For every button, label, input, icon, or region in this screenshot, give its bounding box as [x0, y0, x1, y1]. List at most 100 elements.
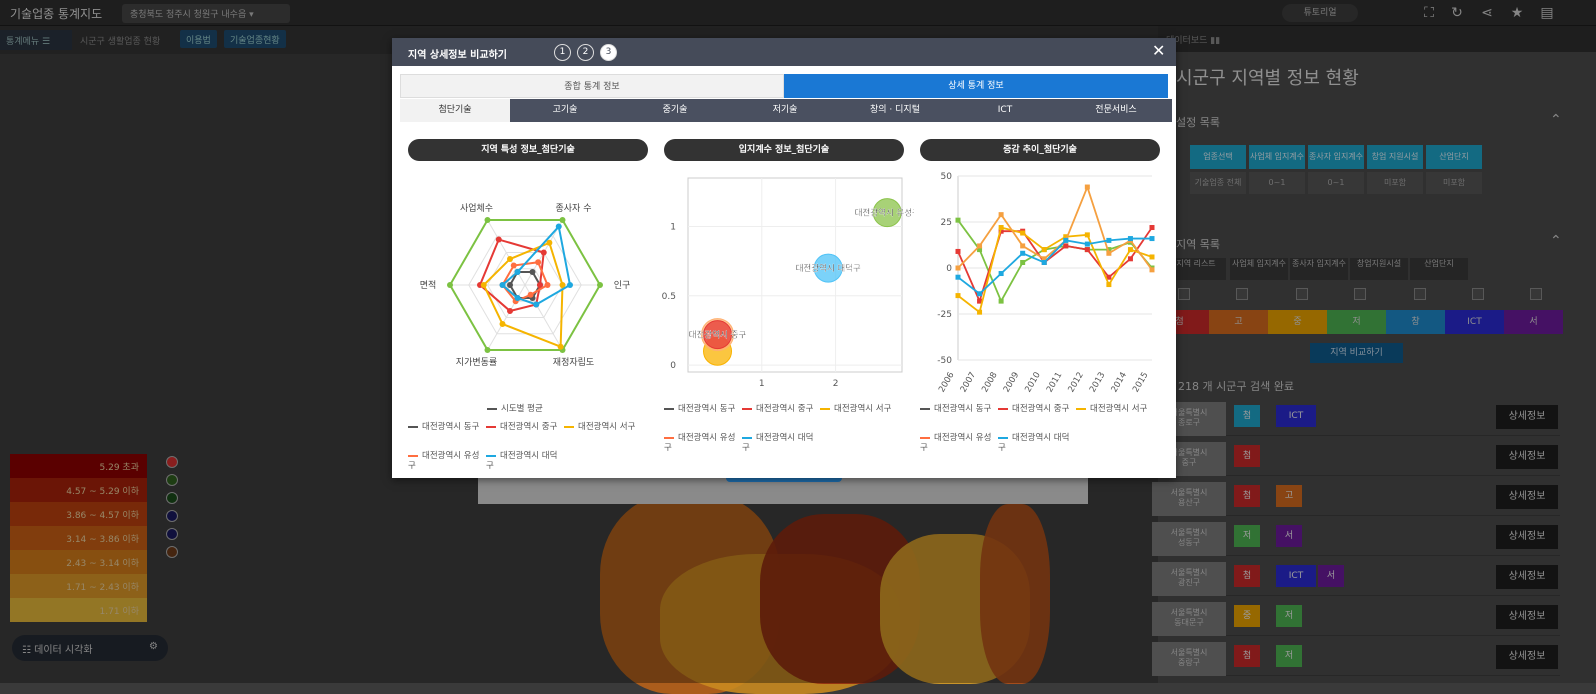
- scatter-chart: 1 2 0 0.5 1 대전광역시 중구 대전광역시 유성구대전광역시 대덕구: [662, 177, 914, 389]
- legend-label: 대전광역시 서구: [578, 422, 636, 432]
- legend-label: 대전광역시 동구: [422, 422, 480, 432]
- legend-swatch: [664, 407, 674, 410]
- legend-label: 시도별 평균: [501, 404, 543, 414]
- radar-point: [555, 223, 562, 230]
- radar-point: [447, 282, 453, 288]
- line-point: [955, 217, 961, 223]
- legend-label: 대전광역시 대덕구: [486, 451, 558, 471]
- step-2[interactable]: 2: [577, 44, 594, 61]
- legend-swatch: [920, 407, 930, 410]
- radar-chart: 종사자 수인구재정자립도 지가변동률 면적 사업체수: [420, 203, 631, 368]
- legend-item: 대전광역시 중구: [742, 404, 818, 414]
- tab-summary-stats[interactable]: 종합 통계 정보: [400, 74, 784, 98]
- line-x-tick: 2011: [1045, 371, 1064, 395]
- legend-label: 대전광역시 서구: [834, 404, 892, 414]
- legend-label: 대전광역시 중구: [500, 422, 558, 432]
- legend-swatch: [742, 407, 752, 410]
- line-point: [1020, 259, 1026, 265]
- line-point: [1127, 256, 1133, 262]
- line-point: [1063, 237, 1069, 243]
- legend-label: 대전광역시 서구: [1090, 404, 1148, 414]
- legend-label: 대전광역시 동구: [678, 404, 736, 414]
- line-point: [1149, 225, 1155, 231]
- radar-point: [484, 217, 491, 224]
- line-point: [1149, 236, 1155, 242]
- subtab-2[interactable]: 고기술: [510, 99, 620, 122]
- legend-swatch: [486, 425, 496, 428]
- step-3[interactable]: 3: [600, 44, 617, 61]
- radar-point: [510, 262, 517, 269]
- line-x-tick: 2014: [1110, 371, 1129, 395]
- radar-point: [546, 239, 553, 246]
- scatter-bubble-label: 대전광역시 대덕구: [796, 263, 861, 274]
- radar-point: [499, 282, 506, 288]
- radar-point: [527, 291, 534, 298]
- legend-item: 대전광역시 대덕구: [998, 433, 1074, 453]
- subtab-3[interactable]: 중기술: [620, 99, 730, 122]
- legend-swatch: [998, 436, 1008, 439]
- radar-point: [533, 301, 540, 308]
- scatter-bubble-label: 대전광역시 중구: [689, 330, 747, 341]
- line-point: [1020, 250, 1026, 256]
- radar-point: [544, 282, 551, 288]
- line-x-tick: 2012: [1066, 371, 1085, 395]
- line-point: [1084, 241, 1090, 247]
- line-point: [1084, 232, 1090, 238]
- legend-label: 대전광역시 동구: [934, 404, 992, 414]
- legend-swatch: [486, 454, 496, 457]
- line-point: [1106, 237, 1112, 243]
- line-point: [1106, 250, 1112, 256]
- line-point: [1020, 230, 1026, 236]
- tab-detail-stats[interactable]: 상세 통계 정보: [784, 74, 1168, 98]
- subtab-7[interactable]: 전문서비스: [1060, 99, 1172, 122]
- subtab-1[interactable]: 첨단기술: [400, 99, 510, 122]
- legend-swatch: [820, 407, 830, 410]
- radar-axis-label: 종사자 수: [556, 203, 592, 214]
- line-point: [998, 212, 1004, 218]
- radar-point: [557, 343, 564, 350]
- radar-axis-label: 지가변동률: [456, 357, 497, 368]
- scatter-chart-title: 입지계수 정보_첨단기술: [664, 139, 904, 161]
- radar-point: [529, 269, 536, 276]
- scatter-x-tick: 1: [759, 379, 765, 389]
- legend-item: 대전광역시 동구: [664, 404, 740, 414]
- legend-label: 대전광역시 중구: [756, 404, 814, 414]
- line-point: [998, 298, 1004, 304]
- line-point: [955, 265, 961, 271]
- close-icon[interactable]: ✕: [1152, 41, 1165, 60]
- legend-swatch: [742, 436, 752, 439]
- line-point: [1127, 247, 1133, 253]
- legend-label: 대전광역시 대덕구: [742, 433, 814, 453]
- legend-swatch: [664, 436, 674, 439]
- line-point: [998, 271, 1004, 277]
- line-chart: 50250-25-502006 2007 2008 2009 2010 2011 2012 2…: [937, 172, 1155, 395]
- subtab-6[interactable]: ICT: [950, 99, 1060, 122]
- scatter-x-tick: 2: [833, 379, 839, 389]
- line-chart-title: 증감 추이_첨단기술: [920, 139, 1160, 161]
- legend-swatch: [408, 425, 418, 428]
- line-point: [955, 248, 961, 254]
- legend-item: 대전광역시 대덕구: [742, 433, 818, 453]
- scatter-y-tick: 1: [670, 223, 676, 233]
- radar-point: [535, 259, 542, 266]
- legend-swatch: [920, 436, 930, 439]
- subtab-5[interactable]: 창의 · 디지털: [840, 99, 950, 122]
- legend-item: 대전광역시 중구: [486, 422, 562, 432]
- subtab-4[interactable]: 저기술: [730, 99, 840, 122]
- line-y-tick: 50: [941, 172, 953, 182]
- line-x-tick: 2008: [980, 371, 999, 395]
- radar-point: [507, 282, 513, 288]
- scatter-y-tick: 0: [670, 361, 676, 371]
- radar-point: [507, 256, 513, 263]
- line-point: [1149, 254, 1155, 260]
- radar-chart-title: 지역 특성 정보_첨단기술: [408, 139, 648, 161]
- line-y-tick: 0: [946, 264, 952, 274]
- legend-item: 대전광역시 동구: [408, 422, 484, 432]
- line-x-tick: 2010: [1023, 371, 1042, 395]
- radar-point: [540, 249, 547, 256]
- line-y-tick: -50: [937, 356, 952, 366]
- legend-item: 대전광역시 유성구: [664, 433, 740, 453]
- legend-label: 대전광역시 유성구: [920, 433, 992, 453]
- radar-point: [507, 307, 513, 314]
- step-1[interactable]: 1: [554, 44, 571, 61]
